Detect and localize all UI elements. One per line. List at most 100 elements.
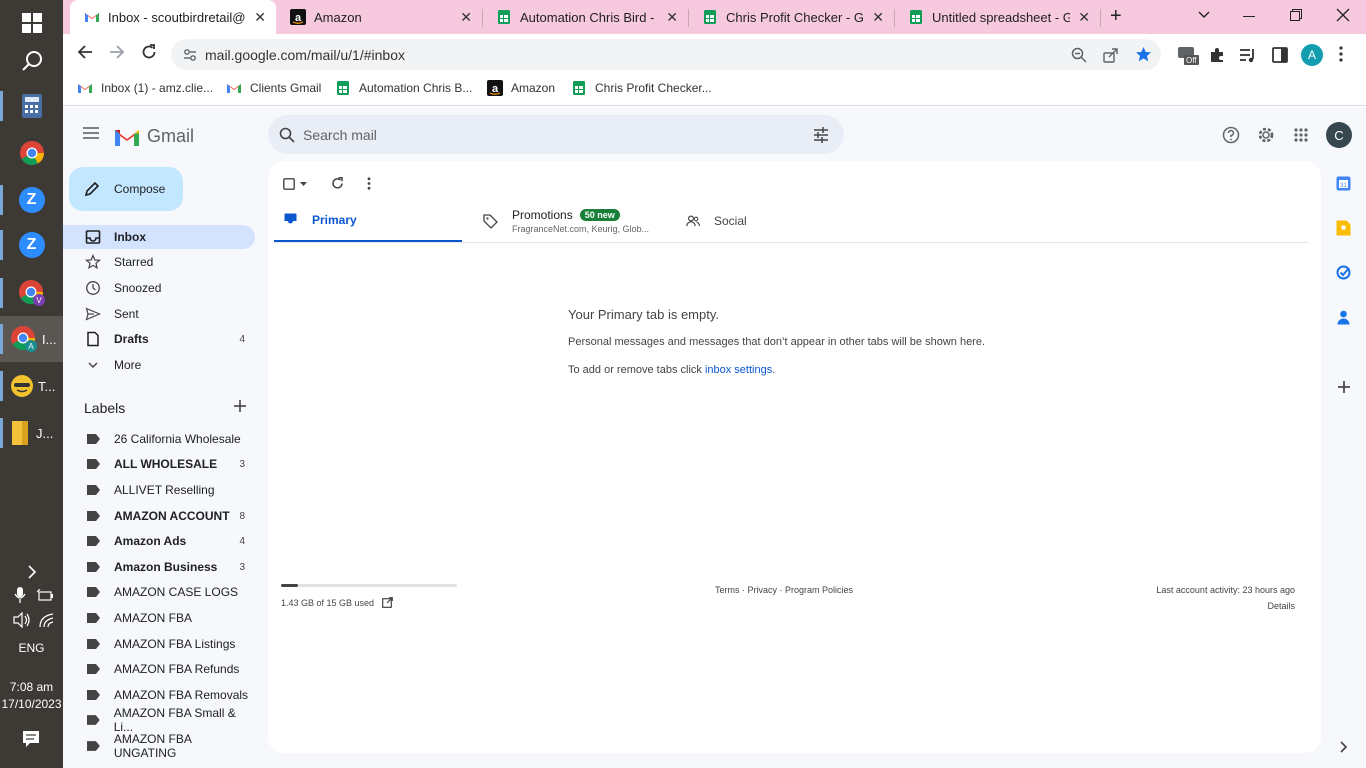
label-item[interactable]: AMAZON CASE LOGS xyxy=(63,580,255,604)
bookmark-item[interactable]: Inbox (1) - amz.clie... xyxy=(77,80,213,96)
search-input[interactable]: Search mail xyxy=(303,127,377,143)
settings-button[interactable] xyxy=(1257,126,1275,144)
show-side-panel-button[interactable] xyxy=(1340,741,1348,753)
activity-details-link[interactable]: Details xyxy=(1267,601,1295,611)
taskbar-app-calculator[interactable] xyxy=(0,83,63,129)
back-button[interactable] xyxy=(77,44,93,60)
nav-item-inbox[interactable]: Inbox xyxy=(63,225,255,249)
input-language[interactable]: ENG xyxy=(0,641,63,655)
nav-item-sent[interactable]: Sent xyxy=(63,302,255,326)
label-item[interactable]: ALLIVET Reselling xyxy=(63,478,255,502)
profile-avatar[interactable]: A xyxy=(1301,44,1323,66)
refresh-button[interactable] xyxy=(331,177,344,190)
search-button[interactable] xyxy=(0,38,63,84)
site-info-icon[interactable] xyxy=(183,48,197,62)
label-item[interactable]: ALL WHOLESALE 3 xyxy=(63,452,255,476)
bookmark-item[interactable]: Automation Chris B... xyxy=(335,80,472,96)
clock-time[interactable]: 7:08 am xyxy=(0,680,63,694)
browser-menu-button[interactable] xyxy=(1339,46,1343,62)
label-item[interactable]: AMAZON FBA Removals xyxy=(63,683,255,707)
label-count: 8 xyxy=(239,510,245,522)
get-addons-button[interactable] xyxy=(1338,381,1350,393)
reload-button[interactable] xyxy=(141,44,157,60)
gmail-logo[interactable]: Gmail xyxy=(115,126,194,147)
keep-button[interactable] xyxy=(1336,220,1351,236)
compose-button[interactable]: Compose xyxy=(69,167,183,211)
label-item[interactable]: AMAZON FBA Listings xyxy=(63,632,255,656)
tab-promotions[interactable]: Promotions 50 new FragranceNet.com, Keur… xyxy=(483,199,663,243)
tab-social[interactable]: Social xyxy=(686,199,866,243)
wifi-icon[interactable] xyxy=(38,612,56,628)
main-menu-button[interactable] xyxy=(83,127,99,139)
nav-item-drafts[interactable]: Drafts 4 xyxy=(63,327,255,351)
label-item[interactable]: AMAZON FBA xyxy=(63,606,255,630)
browser-tab-profit-checker[interactable]: Chris Profit Checker - Goo ✕ xyxy=(688,0,894,34)
side-panel-button[interactable] xyxy=(1272,47,1288,63)
google-apps-button[interactable] xyxy=(1294,128,1308,142)
taskbar-app-zoom[interactable]: Z xyxy=(0,177,63,223)
restore-button[interactable] xyxy=(1290,9,1302,21)
taskbar-app-chrome-a[interactable]: A I... xyxy=(0,316,63,362)
inbox-settings-link[interactable]: inbox settings xyxy=(705,364,772,376)
close-window-button[interactable] xyxy=(1336,8,1350,22)
open-in-new-icon[interactable] xyxy=(382,597,393,608)
more-actions-button[interactable] xyxy=(367,177,371,190)
select-checkbox[interactable] xyxy=(283,178,307,190)
bookmark-item[interactable]: a Amazon xyxy=(487,80,555,96)
close-tab-icon[interactable]: ✕ xyxy=(254,9,266,26)
taskbar-app-explorer[interactable]: J... xyxy=(0,410,63,456)
zoom-icon[interactable] xyxy=(1071,47,1087,63)
label-item[interactable]: AMAZON FBA Refunds xyxy=(63,657,255,681)
calendar-button[interactable]: 31 xyxy=(1336,176,1351,191)
bookmark-item[interactable]: Chris Profit Checker... xyxy=(571,80,712,96)
account-avatar[interactable]: C xyxy=(1326,122,1352,148)
address-bar[interactable]: mail.google.com/mail/u/1/#inbox xyxy=(171,39,1161,70)
close-tab-icon[interactable]: ✕ xyxy=(1078,9,1090,26)
bookmark-item[interactable]: Clients Gmail xyxy=(226,80,321,96)
search-options-icon[interactable] xyxy=(813,127,829,143)
nav-item-more[interactable]: More xyxy=(63,353,255,377)
contacts-button[interactable] xyxy=(1337,310,1350,325)
new-tab-button[interactable]: + xyxy=(1110,5,1122,28)
new-count-badge: 50 new xyxy=(579,209,620,221)
taskbar-app-chrome-profile[interactable]: V xyxy=(0,270,63,316)
bookmark-star-icon[interactable] xyxy=(1135,46,1152,63)
taskbar-app-chrome[interactable] xyxy=(0,130,63,176)
minimize-button[interactable] xyxy=(1243,16,1255,17)
browser-tab-automation[interactable]: Automation Chris Bird - G ✕ xyxy=(482,0,688,34)
forward-button[interactable] xyxy=(109,44,125,60)
tab-primary[interactable]: Primary xyxy=(274,199,462,243)
label-item[interactable]: AMAZON FBA Small & Li... xyxy=(63,706,255,734)
tasks-button[interactable] xyxy=(1336,265,1351,280)
nav-item-snoozed[interactable]: Snoozed xyxy=(63,276,255,300)
create-label-button[interactable] xyxy=(233,399,247,413)
volume-icon[interactable] xyxy=(12,612,32,628)
close-tab-icon[interactable]: ✕ xyxy=(666,9,678,26)
support-button[interactable] xyxy=(1222,126,1240,144)
taskbar-app-emoji[interactable]: T... xyxy=(0,363,63,409)
microphone-icon[interactable] xyxy=(13,586,27,604)
browser-tab-untitled[interactable]: Untitled spreadsheet - Go ✕ xyxy=(894,0,1100,34)
close-tab-icon[interactable]: ✕ xyxy=(460,9,472,26)
extensions-button[interactable] xyxy=(1209,47,1225,63)
label-item[interactable]: 26 California Wholesale xyxy=(63,427,255,451)
share-icon[interactable] xyxy=(1103,47,1119,63)
browser-tab-gmail[interactable]: Inbox - scoutbirdretail@g ✕ xyxy=(70,0,276,34)
tab-search-button[interactable] xyxy=(1198,11,1210,19)
label-item[interactable]: Amazon Business 3 xyxy=(63,555,255,579)
battery-icon[interactable] xyxy=(37,589,55,603)
close-tab-icon[interactable]: ✕ xyxy=(872,9,884,26)
search-icon[interactable] xyxy=(279,127,295,143)
search-bar[interactable]: Search mail xyxy=(268,115,844,154)
nav-item-starred[interactable]: Starred xyxy=(63,250,255,274)
taskbar-app-zoom-2[interactable]: Z xyxy=(0,222,63,268)
label-item[interactable]: AMAZON ACCOUNT 8 xyxy=(63,504,255,528)
label-item[interactable]: Amazon Ads 4 xyxy=(63,529,255,553)
notifications-icon[interactable] xyxy=(22,730,40,748)
label-item[interactable]: AMAZON FBA UNGATING xyxy=(63,732,255,760)
footer-links[interactable]: Terms · Privacy · Program Policies xyxy=(715,585,853,595)
browser-tab-amazon[interactable]: a Amazon ✕ xyxy=(276,0,482,34)
clock-date[interactable]: 17/10/2023 xyxy=(0,697,63,711)
extension-button[interactable]: Off xyxy=(1176,44,1200,68)
media-control-button[interactable] xyxy=(1239,47,1257,63)
